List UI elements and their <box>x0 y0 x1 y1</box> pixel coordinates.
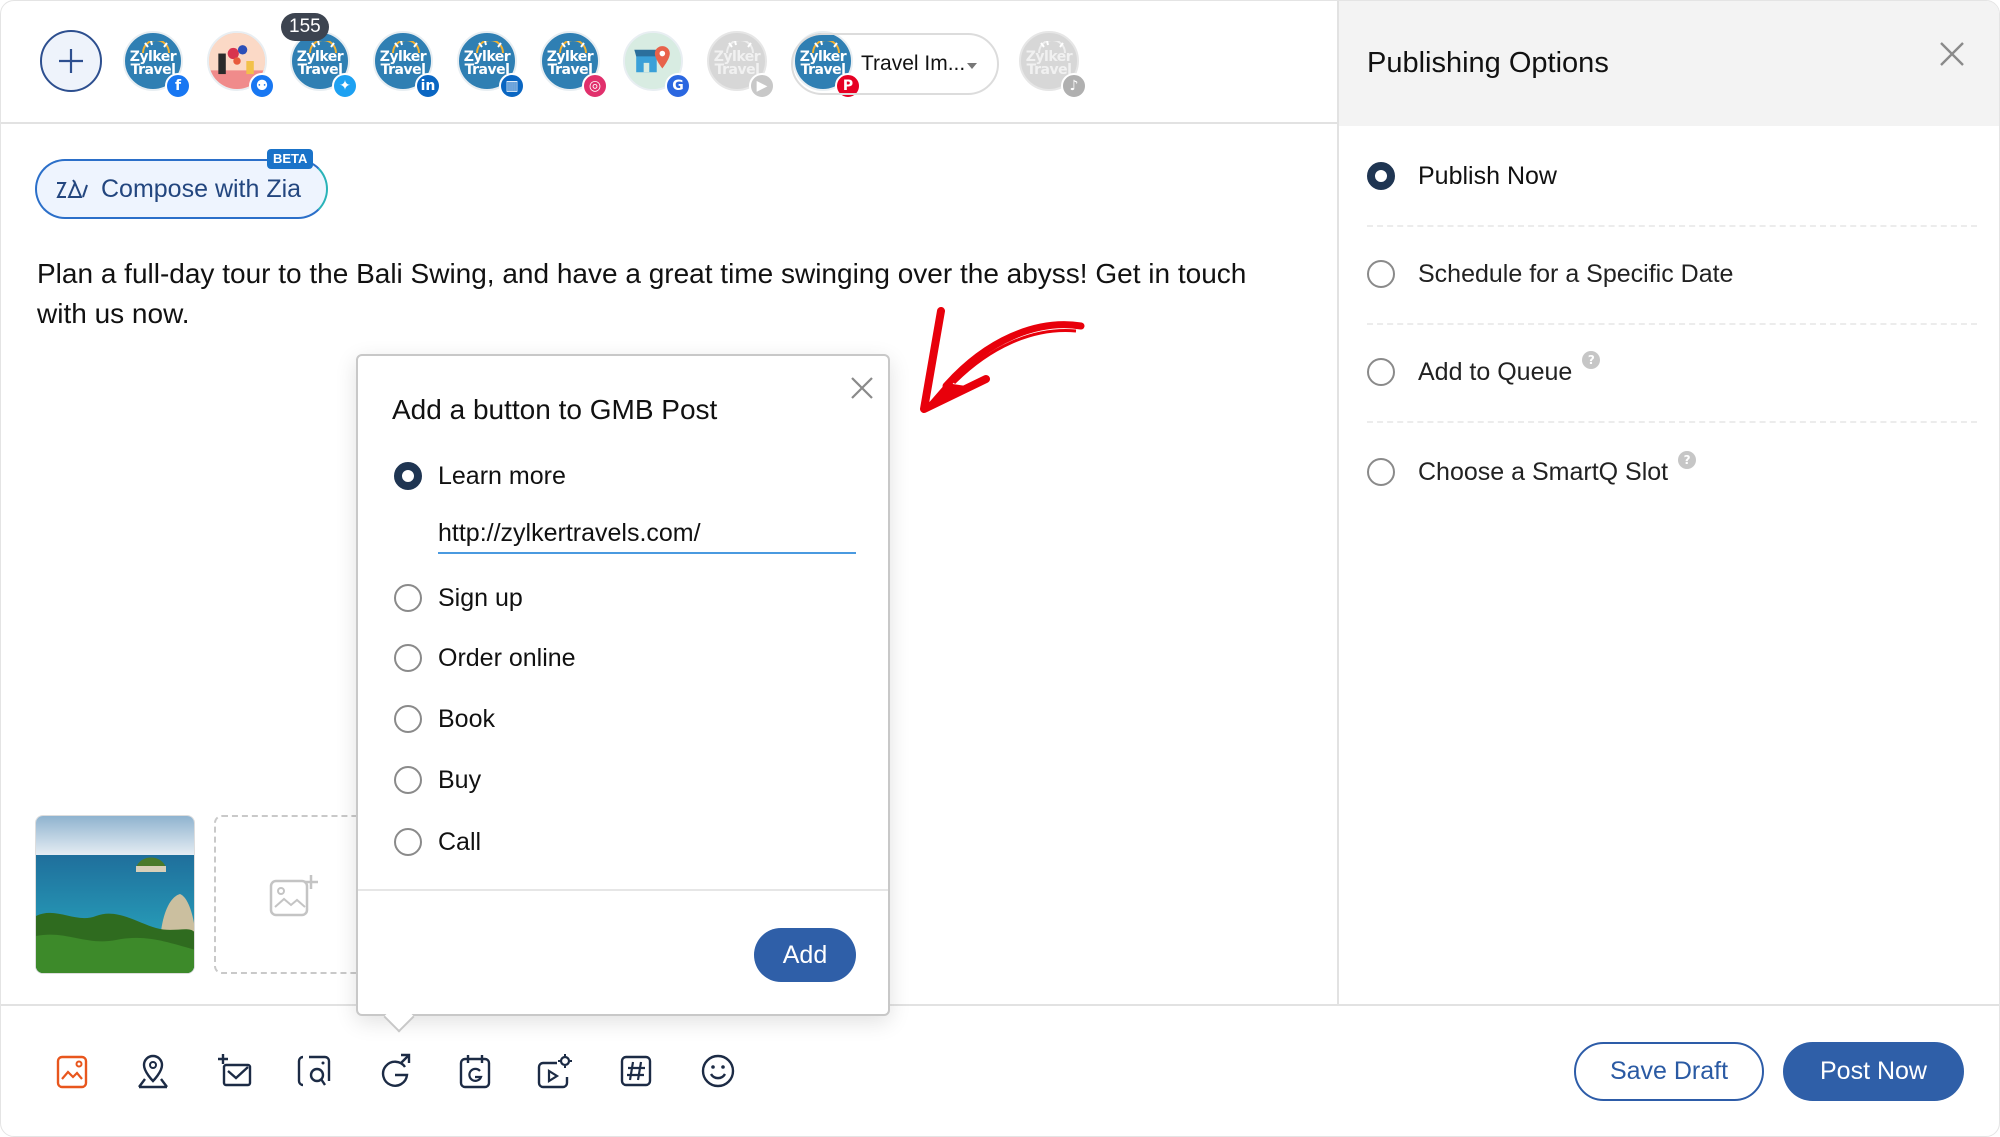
dialog-divider <box>358 889 888 891</box>
post-now-button[interactable]: Post Now <box>1783 1042 1964 1101</box>
profile-avatar-google-my-business[interactable]: G <box>623 31 691 99</box>
radio-selected[interactable] <box>1367 162 1395 190</box>
cta-option-label: Learn more <box>438 461 566 490</box>
publish-option-label: Add to Queue <box>1418 357 1573 386</box>
beta-badge: BETA <box>267 149 314 169</box>
profile-avatar-tiktok[interactable]: Zylker Travel ♪ <box>1019 31 1087 99</box>
radio-unselected[interactable] <box>394 584 422 612</box>
profile-avatar-instagram[interactable]: Zylker Travel ◎ <box>540 31 608 99</box>
pinterest-board-dropdown[interactable]: Travel Im... <box>791 33 999 95</box>
app-window: Zylker Travel f ⚉ Zylker Travel ✦ Zylker Travel i… <box>0 0 2000 1137</box>
pinterest-board-label: Travel Im... <box>861 52 966 75</box>
close-icon[interactable] <box>1937 39 1967 69</box>
publishing-options-panel: Publishing Options Publish Now Schedule f… <box>1337 1 1999 1004</box>
video-settings-icon <box>537 1054 572 1089</box>
cta-option-order-online[interactable]: Order online <box>394 638 576 678</box>
cta-option-label: Order online <box>438 643 576 672</box>
group-icon: ⚉ <box>249 73 275 99</box>
zia-icon <box>56 179 88 198</box>
gmb-cta-icon <box>381 1053 411 1087</box>
profile-avatar-facebook-group[interactable]: ⚉ <box>207 31 275 99</box>
cta-option-book[interactable]: Book <box>394 699 495 739</box>
annotation-arrow-icon <box>920 307 1085 413</box>
image-add-icon <box>269 874 318 916</box>
image-search-tool-button[interactable] <box>293 1049 337 1093</box>
radio-unselected[interactable] <box>394 828 422 856</box>
radio-unselected[interactable] <box>1367 260 1395 288</box>
profile-avatar-facebook[interactable]: Zylker Travel f <box>123 31 191 99</box>
publishing-title: Publishing Options <box>1367 47 1609 79</box>
publish-option-add-to-queue[interactable]: Add to Queue? <box>1367 323 1977 421</box>
plus-icon <box>59 49 83 73</box>
publishing-header: Publishing Options <box>1339 1 1999 126</box>
add-message-tool-button[interactable] <box>212 1049 256 1093</box>
cta-option-call[interactable]: Call <box>394 822 481 862</box>
save-draft-button[interactable]: Save Draft <box>1574 1042 1764 1101</box>
close-icon[interactable] <box>848 374 876 402</box>
notification-count-badge: 155 <box>281 13 329 41</box>
cta-option-buy[interactable]: Buy <box>394 760 481 800</box>
location-tool-button[interactable] <box>131 1049 175 1093</box>
gmb-cta-tool-button[interactable] <box>373 1049 417 1093</box>
video-settings-tool-button[interactable] <box>533 1049 577 1093</box>
profiles-bar: Zylker Travel f ⚉ Zylker Travel ✦ Zylker Travel i… <box>1 1 1337 124</box>
cta-option-learn-more[interactable]: Learn more <box>394 456 566 496</box>
gmb-button-dialog: Add a button to GMB Post Learn more Sign … <box>356 354 890 1033</box>
media-thumbnail[interactable] <box>35 815 195 974</box>
google-icon: G <box>665 73 691 99</box>
radio-unselected[interactable] <box>1367 358 1395 386</box>
media-icon <box>56 1055 88 1089</box>
hashtag-icon <box>620 1055 652 1087</box>
twitter-icon: ✦ <box>332 73 358 99</box>
post-text-editor[interactable]: Plan a full-day tour to the Bali Swing, … <box>37 254 1287 334</box>
hashtag-tool-button[interactable] <box>614 1049 658 1093</box>
cta-option-label: Buy <box>438 765 482 794</box>
profile-avatar-youtube[interactable]: Zylker Travel ▶ <box>707 31 775 99</box>
publish-option-schedule-for-a-specific-date[interactable]: Schedule for a Specific Date <box>1367 225 1977 323</box>
radio-unselected[interactable] <box>394 644 422 672</box>
cta-option-sign-up[interactable]: Sign up <box>394 578 523 618</box>
building-icon: ▥ <box>499 73 525 99</box>
publish-option-label: Choose a SmartQ Slot <box>1418 457 1669 486</box>
beach-photo <box>36 816 194 973</box>
emoji-tool-button[interactable] <box>696 1049 740 1093</box>
linkedin-icon: in <box>415 73 441 99</box>
profile-avatar-linkedin[interactable]: Zylker Travel in <box>373 31 441 99</box>
image-search-icon <box>297 1055 331 1087</box>
radio-unselected[interactable] <box>394 705 422 733</box>
youtube-icon: ▶ <box>749 73 775 99</box>
media-tool-button[interactable] <box>50 1049 94 1093</box>
radio-unselected[interactable] <box>394 766 422 794</box>
add-button[interactable]: Add <box>754 928 856 982</box>
emoji-icon <box>701 1054 735 1088</box>
profile-avatar-linkedin-page[interactable]: Zylker Travel ▥ <box>457 31 525 99</box>
dialog-title: Add a button to GMB Post <box>392 394 718 425</box>
chevron-down-icon <box>967 63 977 69</box>
publish-option-publish-now[interactable]: Publish Now <box>1367 127 1977 225</box>
location-icon <box>138 1054 168 1089</box>
add-media-button[interactable] <box>214 815 374 974</box>
help-icon[interactable]: ? <box>1582 351 1601 369</box>
publish-option-label: Publish Now <box>1418 161 1557 190</box>
instagram-icon: ◎ <box>582 73 608 99</box>
publish-option-choose-a-smartq-slot[interactable]: Choose a SmartQ Slot? <box>1367 423 1977 521</box>
facebook-icon: f <box>165 73 191 99</box>
cta-option-label: Call <box>438 827 482 856</box>
radio-selected[interactable] <box>394 462 422 490</box>
zia-button-label: Compose with Zia <box>101 174 302 203</box>
radio-unselected[interactable] <box>1367 458 1395 486</box>
cta-option-label: Book <box>438 704 495 733</box>
add-message-icon <box>218 1054 252 1087</box>
publish-option-label: Schedule for a Specific Date <box>1418 259 1734 288</box>
gmb-event-tool-button[interactable] <box>453 1049 497 1093</box>
tiktok-icon: ♪ <box>1061 73 1087 99</box>
cta-option-label: Sign up <box>438 583 523 612</box>
help-icon[interactable]: ? <box>1678 451 1697 469</box>
learn-more-url-input[interactable] <box>438 514 856 554</box>
gmb-event-icon <box>459 1055 491 1089</box>
add-profile-button[interactable] <box>40 30 102 92</box>
